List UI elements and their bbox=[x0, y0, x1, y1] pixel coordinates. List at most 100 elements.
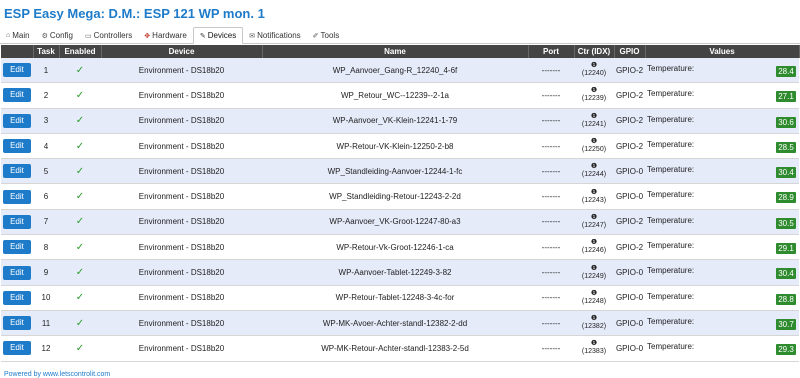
value-label: Temperature: bbox=[647, 64, 695, 73]
device-cell: Environment - DS18b20 bbox=[101, 58, 262, 84]
value-badge: 28.8 bbox=[776, 293, 796, 305]
name-cell: WP_Aanvoer_Gang-R_12240_4-6f bbox=[262, 58, 528, 84]
envelope-icon: ✉ bbox=[249, 32, 256, 40]
controller-number-icon: ❶ bbox=[590, 340, 598, 348]
enabled-cell: ✓ bbox=[59, 285, 101, 311]
device-cell: Environment - DS18b20 bbox=[101, 259, 262, 286]
name-cell: WP-Aanvoer_VK-Klein-12241-1-79 bbox=[262, 108, 528, 134]
chat-icon: ▭ bbox=[84, 32, 92, 40]
enabled-cell: ✓ bbox=[59, 158, 101, 185]
gpio-cell: GPIO-0 bbox=[614, 285, 645, 311]
idx-value: (12244) bbox=[581, 171, 607, 179]
controller-number-icon: ❶ bbox=[590, 315, 598, 323]
idx-value: (12240) bbox=[581, 70, 607, 78]
value-label: Temperature: bbox=[647, 342, 695, 352]
gpio-cell: GPIO-0 bbox=[614, 158, 645, 185]
value-badge: 28.4 bbox=[776, 66, 796, 77]
ctr-idx-cell: ❶ (12250) bbox=[574, 133, 614, 160]
edit-button[interactable]: Edit bbox=[3, 88, 31, 103]
ctr-idx-cell: ❶ (12243) bbox=[574, 183, 614, 210]
enabled-cell: ✓ bbox=[59, 234, 101, 261]
task-cell: 9 bbox=[33, 259, 59, 286]
port-cell: ------- bbox=[528, 58, 574, 84]
controller-number-icon: ❶ bbox=[590, 138, 598, 146]
name-cell: WP_Standleiding-Retour-12243-2-2d bbox=[262, 183, 528, 210]
tab-notifications[interactable]: ✉ Notifications bbox=[243, 28, 306, 43]
value-label: Temperature: bbox=[647, 190, 695, 200]
value-label: Temperature: bbox=[647, 139, 695, 149]
task-cell: 12 bbox=[33, 335, 59, 362]
controller-number-icon: ❶ bbox=[590, 87, 598, 95]
port-cell: ------- bbox=[528, 209, 574, 236]
controller-number-icon: ❶ bbox=[590, 188, 598, 196]
controller-number-icon: ❶ bbox=[590, 289, 598, 297]
devices-table: Task Enabled Device Name Port Ctr (IDX) … bbox=[1, 45, 800, 362]
value-badge: 30.6 bbox=[776, 116, 796, 128]
table-row: Edit 3 ✓ Environment - DS18b20 WP-Aanvoer_VK… bbox=[1, 108, 799, 134]
device-cell: Environment - DS18b20 bbox=[101, 335, 262, 362]
ctr-idx-cell: ❶ (12246) bbox=[574, 234, 614, 261]
tab-main[interactable]: ⌂ Main bbox=[0, 28, 36, 43]
enabled-cell: ✓ bbox=[59, 58, 101, 84]
edit-cell: Edit bbox=[1, 58, 33, 84]
port-cell: ------- bbox=[528, 285, 574, 311]
edit-button[interactable]: Edit bbox=[3, 341, 31, 356]
task-cell: 11 bbox=[33, 310, 59, 337]
device-cell: Environment - DS18b20 bbox=[101, 234, 262, 261]
edit-button[interactable]: Edit bbox=[3, 265, 31, 280]
value-badge: 28.5 bbox=[776, 141, 796, 153]
edit-button[interactable]: Edit bbox=[3, 290, 31, 305]
tab-tools[interactable]: ✐ Tools bbox=[307, 28, 346, 43]
device-cell: Environment - DS18b20 bbox=[101, 209, 262, 236]
edit-button[interactable]: Edit bbox=[3, 63, 31, 78]
edit-button[interactable]: Edit bbox=[3, 214, 31, 229]
tab-devices[interactable]: ✎ Devices bbox=[192, 27, 244, 44]
tab-bar: ⌂ Main ⚙ Config ▭ Controllers ✥ Hardware… bbox=[0, 27, 800, 44]
name-cell: WP-MK-Avoer-Achter-standl-12382-2-dd bbox=[262, 310, 528, 337]
check-icon: ✓ bbox=[75, 115, 85, 127]
check-icon: ✓ bbox=[75, 191, 85, 203]
value-badge: 30.4 bbox=[776, 167, 796, 179]
name-cell: WP-Aanvoer_VK-Groot-12247-80-a3 bbox=[262, 209, 528, 236]
device-cell: Environment - DS18b20 bbox=[101, 183, 262, 210]
idx-value: (12250) bbox=[581, 146, 607, 154]
table-row: Edit 10 ✓ Environment - DS18b20 WP-Retour-Ta… bbox=[1, 285, 799, 311]
value-badge: 30.4 bbox=[776, 268, 796, 280]
edit-cell: Edit bbox=[1, 82, 33, 109]
edit-button[interactable]: Edit bbox=[3, 189, 31, 204]
table-row: Edit 1 ✓ Environment - DS18b20 WP_Aanvoer_Ga… bbox=[1, 58, 799, 84]
enabled-cell: ✓ bbox=[59, 82, 101, 109]
port-cell: ------- bbox=[528, 158, 574, 185]
edit-button[interactable]: Edit bbox=[3, 139, 31, 154]
tab-config[interactable]: ⚙ Config bbox=[36, 28, 79, 43]
pencil-icon: ✐ bbox=[312, 32, 319, 40]
tab-controllers[interactable]: ▭ Controllers bbox=[79, 28, 138, 43]
table-row: Edit 6 ✓ Environment - DS18b20 WP_Standleidi… bbox=[1, 183, 799, 210]
edit-button[interactable]: Edit bbox=[3, 113, 31, 128]
edit-cell: Edit bbox=[1, 108, 33, 134]
check-icon: ✓ bbox=[75, 267, 85, 279]
device-cell: Environment - DS18b20 bbox=[101, 82, 262, 109]
enabled-cell: ✓ bbox=[59, 108, 101, 134]
tab-hardware-label: Hardware bbox=[152, 31, 187, 40]
task-cell: 8 bbox=[33, 234, 59, 261]
value-badge: 30.5 bbox=[776, 217, 796, 229]
plug-icon: ✎ bbox=[199, 32, 206, 40]
table-row: Edit 11 ✓ Environment - DS18b20 WP-MK-Avoer-… bbox=[1, 310, 799, 337]
edit-button[interactable]: Edit bbox=[3, 240, 31, 255]
values-cell: Temperature: 28.8 bbox=[645, 285, 799, 311]
values-cell: Temperature: 27.1 bbox=[645, 82, 799, 109]
gear-icon: ⚙ bbox=[41, 32, 48, 40]
device-cell: Environment - DS18b20 bbox=[101, 133, 262, 160]
edit-cell: Edit bbox=[1, 158, 33, 185]
idx-value: (12246) bbox=[581, 247, 607, 255]
footer-link[interactable]: Powered by www.letscontrolit.com bbox=[4, 371, 110, 378]
ctr-idx-cell: ❶ (12247) bbox=[574, 209, 614, 236]
tab-hardware[interactable]: ✥ Hardware bbox=[138, 28, 193, 43]
tab-config-label: Config bbox=[49, 31, 73, 40]
edit-button[interactable]: Edit bbox=[3, 164, 31, 179]
edit-button[interactable]: Edit bbox=[3, 316, 31, 331]
edit-cell: Edit bbox=[1, 285, 33, 311]
edit-cell: Edit bbox=[1, 183, 33, 210]
tab-notifications-label: Notifications bbox=[257, 31, 301, 40]
